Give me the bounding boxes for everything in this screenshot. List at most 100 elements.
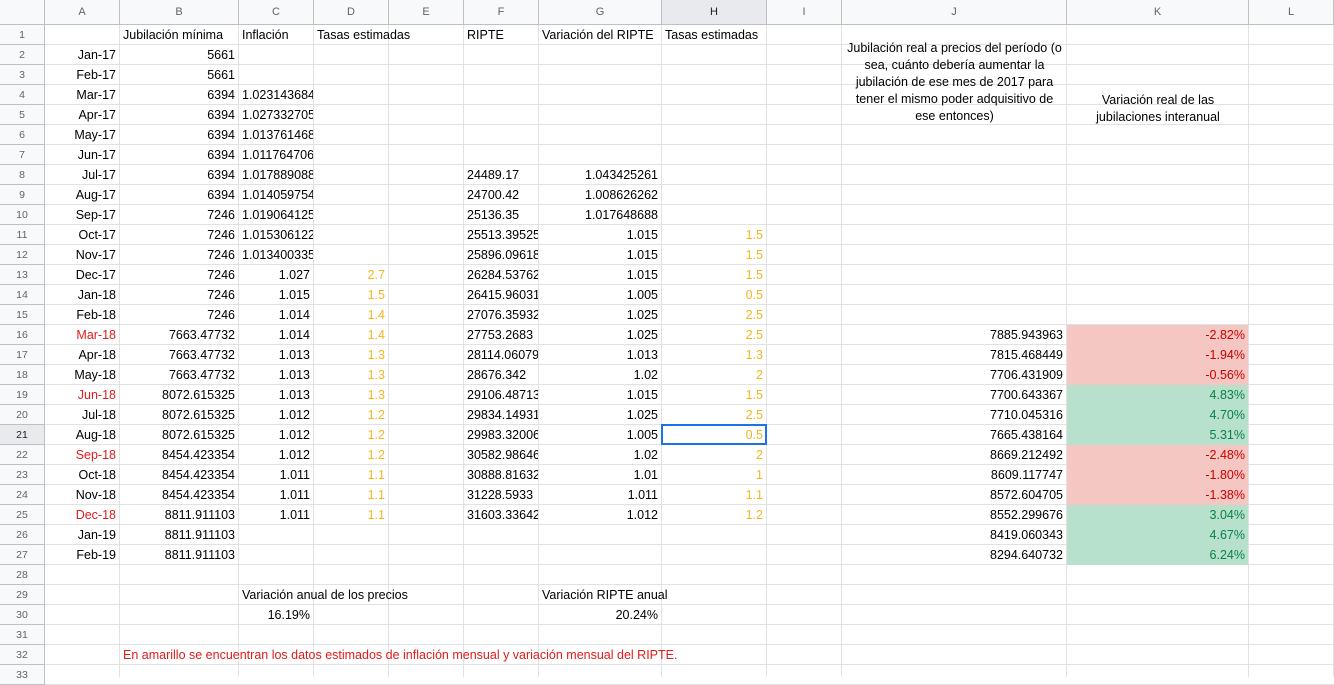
row-header-14[interactable]: 14 xyxy=(0,285,45,305)
header-jubilacion-minima[interactable]: Jubilación mínima xyxy=(120,25,238,45)
column-header-l[interactable]: L xyxy=(1249,0,1334,25)
inflacion-cell[interactable]: 1.011 xyxy=(239,485,313,505)
tasa-estimada-ripte-cell[interactable] xyxy=(662,525,766,545)
row-header-6[interactable]: 6 xyxy=(0,125,45,145)
tasa-estimada-inflacion-cell[interactable] xyxy=(314,65,388,85)
variacion-ripte-cell[interactable]: 1.005 xyxy=(539,285,661,305)
jubilacion-real-cell[interactable] xyxy=(842,145,1066,165)
column-header-f[interactable]: F xyxy=(464,0,539,25)
jubilacion-cell[interactable]: 6394 xyxy=(120,85,238,105)
ripte-cell[interactable] xyxy=(464,45,538,65)
tasa-estimada-ripte-cell[interactable]: 2.5 xyxy=(662,305,766,325)
row-header-33[interactable]: 33 xyxy=(0,665,45,685)
variacion-ripte-cell[interactable] xyxy=(539,545,661,565)
variacion-real-cell[interactable]: 3.04% xyxy=(1067,505,1248,525)
jubilacion-cell[interactable]: 8811.911103 xyxy=(120,545,238,565)
tasa-estimada-ripte-cell[interactable] xyxy=(662,125,766,145)
variacion-real-cell[interactable]: -2.48% xyxy=(1067,445,1248,465)
variacion-ripte-cell[interactable]: 1.005 xyxy=(539,425,661,445)
tasa-estimada-ripte-cell[interactable]: 2.5 xyxy=(662,405,766,425)
tasa-estimada-inflacion-cell[interactable]: 1.3 xyxy=(314,345,388,365)
date-cell[interactable]: Nov-18 xyxy=(45,485,119,505)
inflacion-cell[interactable]: 1.011 xyxy=(239,465,313,485)
variacion-real-cell[interactable]: -2.82% xyxy=(1067,325,1248,345)
ripte-cell[interactable]: 31228.5933 xyxy=(464,485,538,505)
inflacion-cell[interactable]: 1.015 xyxy=(239,285,313,305)
row-header-12[interactable]: 12 xyxy=(0,245,45,265)
variacion-ripte-cell[interactable]: 1.013 xyxy=(539,345,661,365)
annual-price-variation-value[interactable]: 16.19% xyxy=(239,605,313,625)
tasa-estimada-inflacion-cell[interactable]: 1.4 xyxy=(314,305,388,325)
jubilacion-real-cell[interactable]: 8294.640732 xyxy=(842,545,1066,565)
column-header-e[interactable]: E xyxy=(389,0,464,25)
tasa-estimada-ripte-cell[interactable] xyxy=(662,185,766,205)
variacion-real-cell[interactable] xyxy=(1067,85,1248,105)
variacion-real-cell[interactable] xyxy=(1067,105,1248,125)
header-inflacion[interactable]: Inflación xyxy=(239,25,313,45)
row-header-2[interactable]: 2 xyxy=(0,45,45,65)
variacion-real-cell[interactable]: 4.83% xyxy=(1067,385,1248,405)
tasa-estimada-ripte-cell[interactable]: 2 xyxy=(662,445,766,465)
jubilacion-real-cell[interactable] xyxy=(842,245,1066,265)
inflacion-cell[interactable]: 1.013 xyxy=(239,345,313,365)
jubilacion-cell[interactable]: 5661 xyxy=(120,65,238,85)
jubilacion-real-cell[interactable]: 8419.060343 xyxy=(842,525,1066,545)
variacion-real-cell[interactable]: 4.70% xyxy=(1067,405,1248,425)
variacion-ripte-cell[interactable]: 1.01 xyxy=(539,465,661,485)
jubilacion-real-cell[interactable] xyxy=(842,45,1066,65)
tasa-estimada-inflacion-cell[interactable] xyxy=(314,45,388,65)
ripte-cell[interactable] xyxy=(464,105,538,125)
row-header-31[interactable]: 31 xyxy=(0,625,45,645)
variacion-ripte-cell[interactable]: 1.011 xyxy=(539,485,661,505)
variacion-real-cell[interactable] xyxy=(1067,165,1248,185)
row-header-21[interactable]: 21 xyxy=(0,425,45,445)
ripte-cell[interactable]: 25136.35 xyxy=(464,205,538,225)
ripte-cell[interactable] xyxy=(464,65,538,85)
date-cell[interactable]: Jun-18 xyxy=(45,385,119,405)
jubilacion-real-cell[interactable] xyxy=(842,305,1066,325)
ripte-cell[interactable]: 28676.342 xyxy=(464,365,538,385)
jubilacion-real-cell[interactable] xyxy=(842,65,1066,85)
column-header-d[interactable]: D xyxy=(314,0,389,25)
inflacion-cell[interactable] xyxy=(239,545,313,565)
jubilacion-real-cell[interactable]: 8572.604705 xyxy=(842,485,1066,505)
jubilacion-cell[interactable]: 6394 xyxy=(120,165,238,185)
jubilacion-cell[interactable]: 7246 xyxy=(120,305,238,325)
select-all-corner[interactable] xyxy=(0,0,45,25)
jubilacion-cell[interactable]: 8811.911103 xyxy=(120,525,238,545)
ripte-cell[interactable]: 30582.98646 xyxy=(464,445,538,465)
variacion-ripte-cell[interactable]: 1.043425261 xyxy=(539,165,661,185)
jubilacion-real-cell[interactable] xyxy=(842,205,1066,225)
tasa-estimada-inflacion-cell[interactable]: 1.3 xyxy=(314,385,388,405)
row-header-29[interactable]: 29 xyxy=(0,585,45,605)
header-tasas-estimadas-d[interactable]: Tasas estimadas xyxy=(314,25,463,45)
inflacion-cell[interactable]: 1.014 xyxy=(239,325,313,345)
jubilacion-cell[interactable]: 7246 xyxy=(120,285,238,305)
row-header-26[interactable]: 26 xyxy=(0,525,45,545)
inflacion-cell[interactable]: 1.011764706 xyxy=(239,145,313,165)
jubilacion-real-cell[interactable]: 8669.212492 xyxy=(842,445,1066,465)
jubilacion-cell[interactable]: 6394 xyxy=(120,105,238,125)
variacion-real-cell[interactable] xyxy=(1067,205,1248,225)
tasa-estimada-inflacion-cell[interactable] xyxy=(314,125,388,145)
ripte-cell[interactable]: 28114.06079 xyxy=(464,345,538,365)
variacion-ripte-cell[interactable] xyxy=(539,525,661,545)
ripte-cell[interactable]: 27076.35932 xyxy=(464,305,538,325)
tasa-estimada-inflacion-cell[interactable]: 1.1 xyxy=(314,485,388,505)
annual-ripte-variation-value[interactable]: 20.24% xyxy=(539,605,661,625)
jubilacion-cell[interactable]: 8072.615325 xyxy=(120,385,238,405)
column-header-h[interactable]: H xyxy=(662,0,767,25)
date-cell[interactable]: Feb-18 xyxy=(45,305,119,325)
tasa-estimada-inflacion-cell[interactable]: 1.5 xyxy=(314,285,388,305)
tasa-estimada-ripte-cell[interactable]: 1.5 xyxy=(662,245,766,265)
date-cell[interactable]: Oct-18 xyxy=(45,465,119,485)
tasa-estimada-inflacion-cell[interactable] xyxy=(314,105,388,125)
tasa-estimada-ripte-cell[interactable] xyxy=(662,65,766,85)
ripte-cell[interactable] xyxy=(464,85,538,105)
variacion-ripte-cell[interactable] xyxy=(539,145,661,165)
jubilacion-cell[interactable]: 5661 xyxy=(120,45,238,65)
header-ripte[interactable]: RIPTE xyxy=(464,25,538,45)
ripte-cell[interactable]: 24700.42 xyxy=(464,185,538,205)
row-header-19[interactable]: 19 xyxy=(0,385,45,405)
annual-ripte-variation-label[interactable]: Variación RIPTE anual xyxy=(539,585,766,605)
